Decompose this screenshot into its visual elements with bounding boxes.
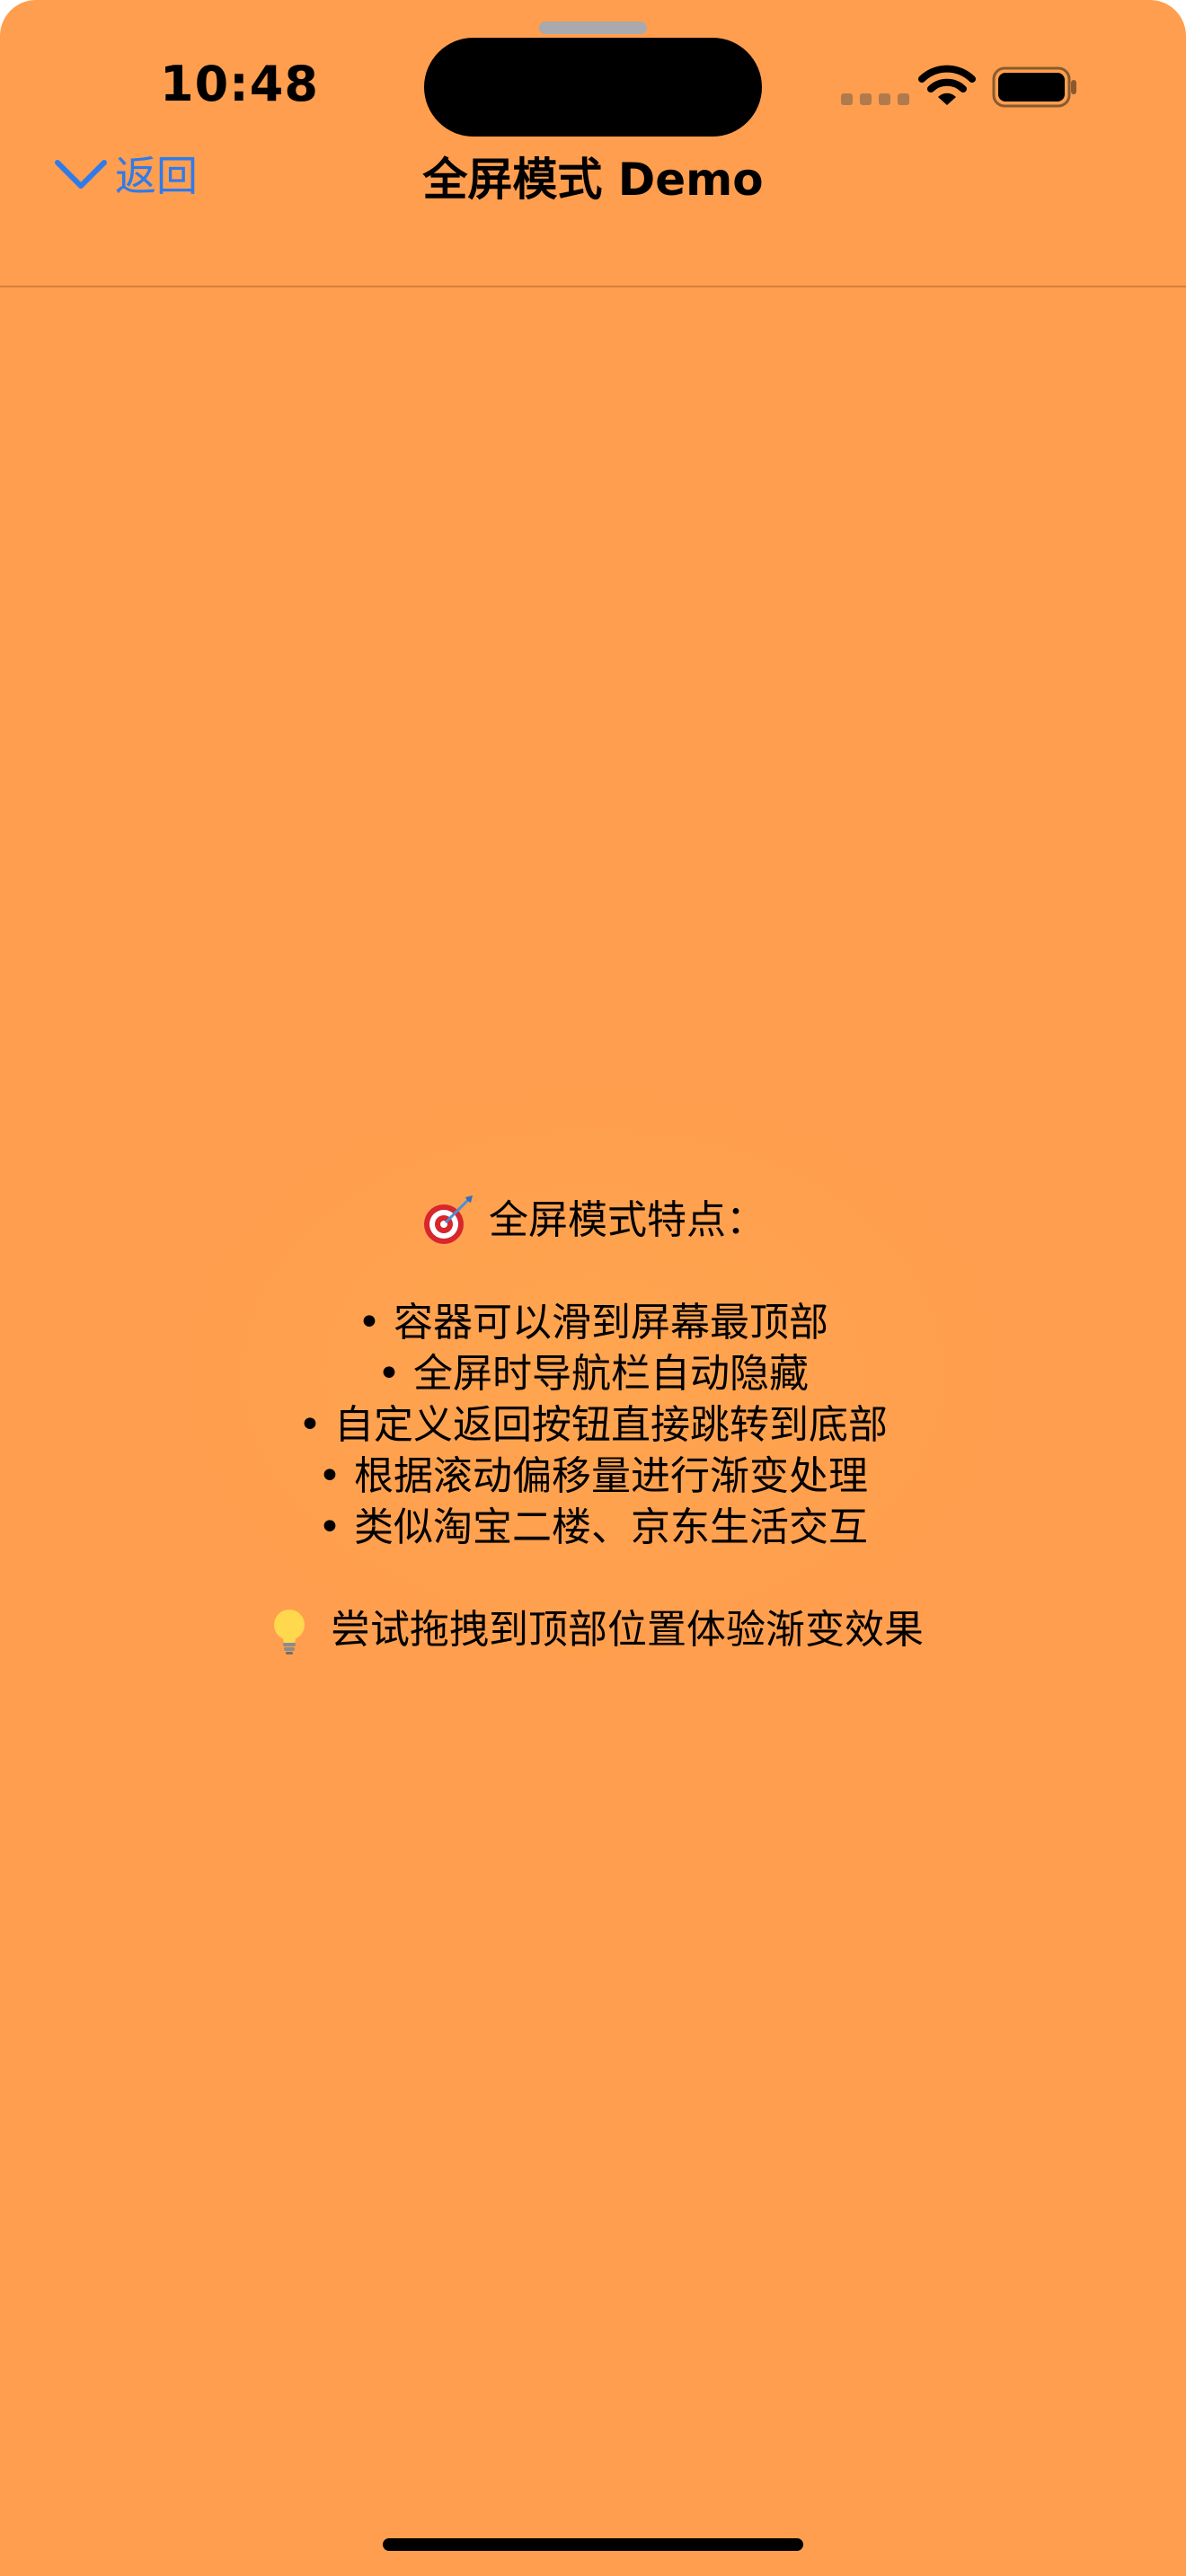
status-time: 10:48 <box>160 56 319 112</box>
list-item: • 容器可以滑到屏幕最顶部 <box>358 1300 828 1345</box>
home-indicator[interactable] <box>383 2538 803 2551</box>
list-item: • 根据滚动偏移量进行渐变处理 <box>318 1453 868 1499</box>
light-bulb-emoji-icon <box>274 1609 305 1654</box>
features-heading: 全屏模式特点： <box>0 1195 1186 1246</box>
dart-target-emoji-icon <box>424 1195 473 1244</box>
tip-line: 尝试拖拽到顶部位置体验渐变效果 <box>0 1604 1186 1655</box>
page-title: 全屏模式 Demo <box>422 154 764 206</box>
tip-text: 尝试拖拽到顶部位置体验渐变效果 <box>331 1607 924 1653</box>
main-content: 全屏模式特点： • 容器可以滑到屏幕最顶部 • 全屏时导航栏自动隐藏 • 自定义… <box>0 1195 1186 1655</box>
list-item: • 全屏时导航栏自动隐藏 <box>377 1351 809 1397</box>
list-item: • 类似淘宝二楼、京东生活交互 <box>318 1504 868 1550</box>
screen: 返回 全屏模式 Demo 10:48 全屏模式特点： • 容器可以滑到屏幕最顶部… <box>0 0 1186 2576</box>
dynamic-island <box>424 38 762 137</box>
battery-icon <box>992 66 1076 108</box>
cellular-signal-icon <box>841 93 909 105</box>
list-item: • 自定义返回按钮直接跳转到底部 <box>298 1402 888 1448</box>
features-heading-text: 全屏模式特点： <box>489 1197 766 1243</box>
feature-list: • 容器可以滑到屏幕最顶部 • 全屏时导航栏自动隐藏 • 自定义返回按钮直接跳转… <box>0 1297 1186 1553</box>
wifi-icon <box>918 65 976 105</box>
